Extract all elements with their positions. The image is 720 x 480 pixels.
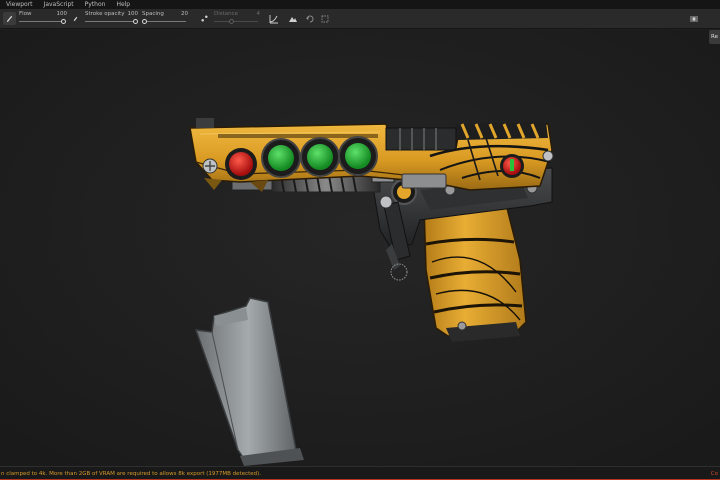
3d-viewport[interactable] bbox=[0, 30, 720, 466]
status-bar: n clamped to 4k. More than 2GB of VRAM a… bbox=[0, 466, 720, 480]
flow-value: 100 bbox=[56, 11, 68, 17]
flow-track[interactable] bbox=[19, 21, 63, 22]
crop-button[interactable] bbox=[319, 12, 331, 25]
distance-value: 4 bbox=[256, 11, 261, 17]
refresh-button[interactable] bbox=[304, 12, 316, 25]
grip bbox=[423, 199, 527, 342]
tool-properties-bar: Flow 100 Stroke opacity 100 Spacing 20 D… bbox=[0, 9, 720, 29]
status-right-text[interactable]: Co bbox=[711, 471, 718, 477]
distance-knob[interactable] bbox=[229, 19, 235, 24]
crop-icon bbox=[321, 15, 329, 22]
mountain-icon bbox=[289, 16, 297, 22]
menu-bar: Viewport JavaScript Python Help bbox=[0, 0, 720, 9]
stroke-opacity-knob[interactable] bbox=[132, 19, 138, 24]
render-tab[interactable]: Re bbox=[709, 30, 720, 44]
camera-button[interactable] bbox=[688, 12, 700, 25]
pistol-model-render bbox=[0, 30, 720, 466]
scatter-button[interactable] bbox=[198, 12, 211, 25]
spacing-label: Spacing bbox=[142, 11, 164, 17]
flow-label: Flow bbox=[19, 11, 32, 17]
scatter-icon bbox=[201, 15, 208, 22]
stroke-opacity-slider[interactable]: Stroke opacity 100 bbox=[85, 10, 138, 28]
spacing-value: 20 bbox=[181, 11, 188, 17]
mountain-button[interactable] bbox=[287, 12, 299, 25]
stroke-opacity-track[interactable] bbox=[85, 21, 135, 22]
spacing-track[interactable] bbox=[142, 21, 186, 22]
distance-track[interactable] bbox=[214, 21, 258, 22]
menu-help[interactable]: Help bbox=[116, 0, 130, 9]
brush-tool-button[interactable] bbox=[3, 12, 16, 25]
spacing-knob[interactable] bbox=[141, 19, 147, 24]
stroke-opacity-value: 100 bbox=[127, 11, 139, 17]
refresh-icon bbox=[306, 15, 314, 22]
menu-python[interactable]: Python bbox=[85, 0, 106, 9]
stroke-opacity-label: Stroke opacity bbox=[85, 11, 125, 17]
flow-knob[interactable] bbox=[60, 19, 66, 24]
flow-slider[interactable]: Flow 100 bbox=[19, 10, 67, 28]
menu-viewport[interactable]: Viewport bbox=[6, 0, 33, 9]
distance-label: Distance bbox=[214, 11, 239, 17]
brush-size-button[interactable] bbox=[69, 12, 82, 25]
distance-slider[interactable]: Distance 4 bbox=[214, 10, 260, 28]
camera-icon bbox=[690, 16, 698, 21]
brush-icon bbox=[6, 15, 13, 23]
curve-icon bbox=[269, 14, 278, 23]
curve-button[interactable] bbox=[268, 12, 280, 25]
brush-small-icon bbox=[73, 16, 78, 22]
spacing-slider[interactable]: Spacing 20 bbox=[141, 10, 188, 28]
menu-javascript[interactable]: JavaScript bbox=[44, 0, 74, 9]
status-message: n clamped to 4k. More than 2GB of VRAM a… bbox=[1, 470, 262, 477]
